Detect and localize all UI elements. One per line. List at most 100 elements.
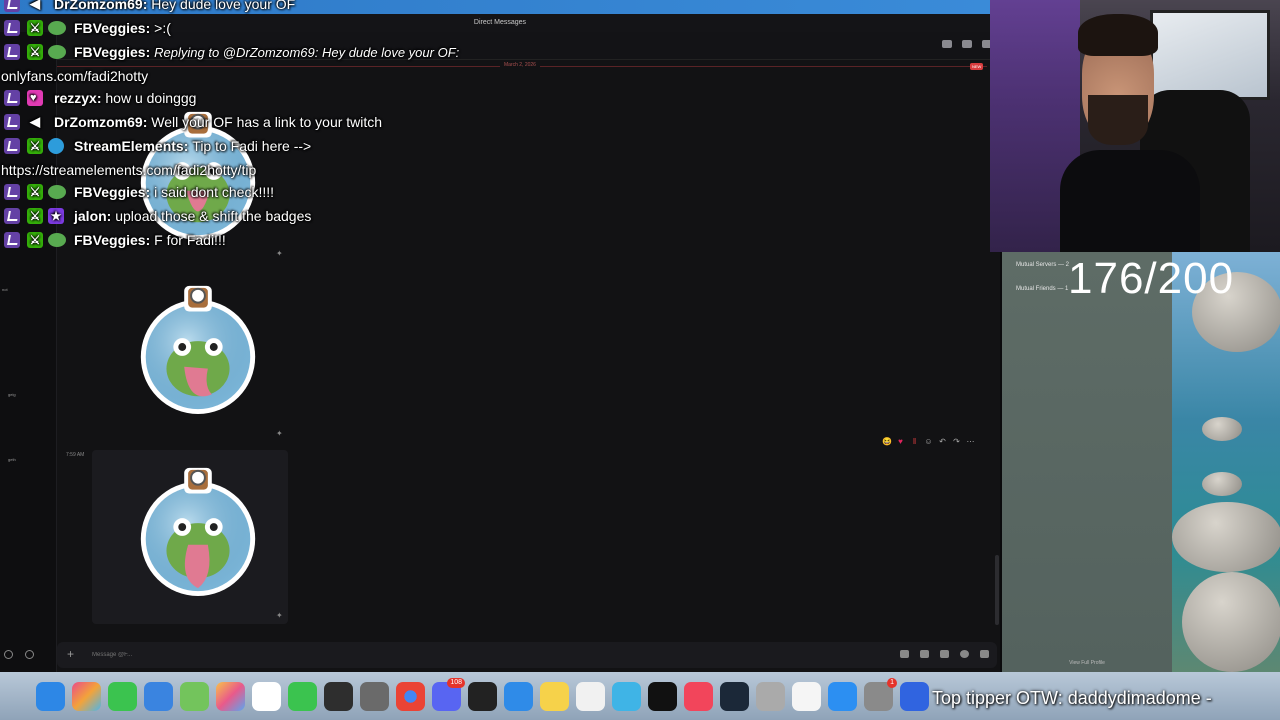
video-icon[interactable]	[962, 40, 972, 48]
chat-username: FBVeggies	[74, 44, 146, 60]
mail-icon[interactable]	[144, 682, 173, 711]
photos-icon[interactable]	[216, 682, 245, 711]
more-icon[interactable]: ⋯	[966, 437, 975, 446]
scrollbar[interactable]	[995, 555, 999, 625]
chat-username: DrZomzom69	[54, 114, 143, 130]
sticker-icon[interactable]	[940, 650, 949, 658]
clapper-icon[interactable]	[360, 682, 389, 711]
twitch-badge-icon	[4, 20, 20, 36]
background-window	[1150, 10, 1270, 100]
launchpad-icon[interactable]	[72, 682, 101, 711]
maps-icon[interactable]	[180, 682, 209, 711]
chat-username: DrZomzom69	[54, 0, 143, 12]
apps-icon[interactable]	[980, 650, 989, 658]
message-input[interactable]	[92, 648, 692, 662]
star-badge-icon: ★	[48, 208, 64, 224]
headphones-icon[interactable]	[4, 650, 13, 659]
chat-username: FBVeggies	[74, 232, 146, 248]
terminal-icon[interactable]	[324, 682, 353, 711]
speaker-badge-icon: ◀	[30, 114, 40, 129]
moderator-sword-icon: ⚔	[27, 20, 43, 36]
emoji-icon[interactable]	[960, 650, 969, 658]
rock	[1182, 572, 1280, 672]
news-icon[interactable]	[792, 682, 821, 711]
sticker-message-hovered[interactable]: ✦	[92, 450, 288, 624]
call-icon[interactable]	[942, 40, 952, 48]
rock	[1202, 472, 1242, 496]
notes-icon[interactable]	[540, 682, 569, 711]
new-messages-badge: NEW	[970, 63, 984, 70]
chat-message: ⚔ ★ jalon: upload those & shift the badg…	[0, 204, 500, 228]
chat-text: onlyfans.com/fadi2hotty	[1, 68, 149, 84]
sticker-message[interactable]: ✦	[92, 272, 288, 442]
app-store-icon[interactable]	[828, 682, 857, 711]
user-profile-panel: Mutual Servers — 2 Mutual Friends — 1 Vi…	[1002, 252, 1172, 672]
notification-badge: 108	[447, 678, 465, 688]
chat-username: FBVeggies	[74, 184, 146, 200]
obs-icon[interactable]	[468, 682, 497, 711]
add-reaction-icon[interactable]: ☺	[924, 437, 933, 446]
contacts-icon[interactable]	[756, 682, 785, 711]
calendar-icon[interactable]	[252, 682, 281, 711]
moderator-sword-icon: ⚔	[27, 138, 43, 154]
chat-message: ◀ DrZomzom69: Hey dude love your OF	[0, 0, 500, 16]
moderator-sword-icon: ⚔	[27, 44, 43, 60]
view-full-profile-link[interactable]: View Full Profile	[1002, 660, 1172, 666]
message-timestamp: 7:59 AM	[66, 452, 85, 458]
subscriber-badge-icon	[48, 233, 66, 247]
screen: Direct Messages not geig geth March 2, 2…	[0, 0, 1280, 720]
steam-icon[interactable]	[720, 682, 749, 711]
date-divider-label: March 2, 2026	[500, 62, 540, 68]
facetime-icon[interactable]	[288, 682, 317, 711]
roblox-icon[interactable]	[900, 682, 929, 711]
reply-icon[interactable]: ↶	[938, 437, 947, 446]
sidebar-label[interactable]: geig	[8, 392, 16, 397]
rock	[1172, 502, 1280, 572]
sticker-star-icon[interactable]: ✦	[276, 430, 284, 438]
moderator-sword-icon: ⚔	[27, 208, 43, 224]
twitch-badge-icon	[4, 114, 20, 130]
chat-text: Hey dude love your OF	[151, 0, 296, 12]
chat-username: rezzyx	[54, 90, 97, 106]
reminders-icon[interactable]	[576, 682, 605, 711]
subscriber-badge-icon	[48, 45, 66, 59]
freeform-icon[interactable]	[612, 682, 641, 711]
safari-icon[interactable]	[504, 682, 533, 711]
heart-badge-icon	[27, 90, 43, 106]
header-actions	[942, 40, 992, 48]
finder-icon[interactable]	[36, 682, 65, 711]
rock	[1202, 417, 1242, 441]
chat-message: ⚔ StreamElements: Tip to Fadi here -->	[0, 134, 500, 158]
frog-potion-sticker	[140, 285, 256, 415]
twitch-badge-icon	[4, 184, 20, 200]
system-settings-icon[interactable]: 1	[864, 678, 897, 711]
emoji-reaction-icon[interactable]: 😆	[882, 437, 892, 446]
attach-plus-icon[interactable]: +	[67, 647, 74, 661]
gift-icon[interactable]	[900, 650, 909, 658]
chat-message: ◀ DrZomzom69: Well your OF has a link to…	[0, 110, 500, 134]
chat-text: Tip to Fadi here -->	[192, 138, 312, 154]
apple-tv-icon[interactable]	[648, 682, 677, 711]
heart-reaction-icon[interactable]: ♥	[896, 437, 905, 446]
streamer-beard	[1088, 95, 1148, 145]
chat-message: rezzyx: how u doinggg	[0, 86, 500, 110]
discord-icon[interactable]: 108	[432, 678, 465, 711]
chat-message-continuation: onlyfans.com/fadi2hotty	[0, 64, 500, 86]
pause-reaction-icon[interactable]: ‖	[910, 437, 919, 446]
chat-username: jalon	[74, 208, 107, 224]
forward-icon[interactable]: ↷	[952, 437, 961, 446]
chat-message: ⚔ FBVeggies: >:(	[0, 16, 500, 40]
mutual-friends[interactable]: Mutual Friends — 1	[1016, 286, 1068, 292]
twitch-badge-icon	[4, 208, 20, 224]
top-tipper-ticker: Top tipper OTW: daddydimadome -	[932, 688, 1212, 708]
dock-icons: 108 1	[36, 678, 929, 711]
settings-gear-icon[interactable]	[25, 650, 34, 659]
sidebar-label[interactable]: geth	[8, 457, 16, 462]
messages-icon[interactable]	[108, 682, 137, 711]
sticker-star-icon[interactable]: ✦	[276, 612, 284, 620]
twitch-badge-icon	[4, 232, 20, 248]
gif-icon[interactable]	[920, 650, 929, 658]
mutual-servers[interactable]: Mutual Servers — 2	[1016, 262, 1069, 268]
music-icon[interactable]	[684, 682, 713, 711]
chrome-icon[interactable]	[396, 682, 425, 711]
